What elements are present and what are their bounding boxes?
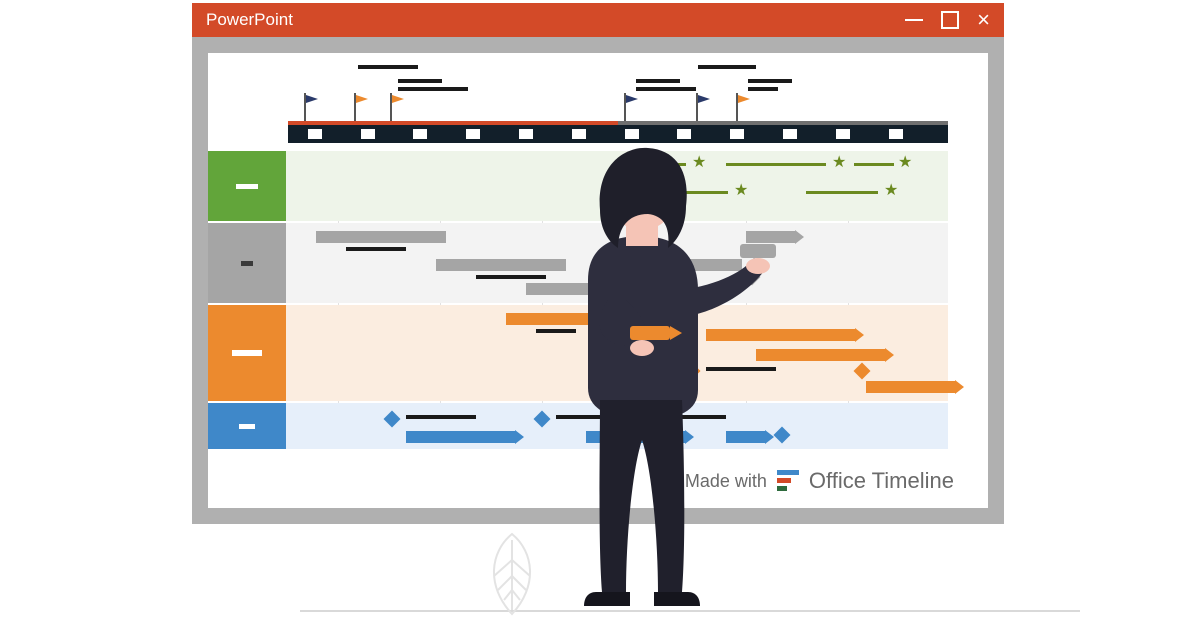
gantt-bar: [626, 163, 686, 166]
star-icon: ★: [884, 185, 898, 197]
swimlane-orange-header: [208, 305, 286, 401]
made-with-label: Made with Office Timeline: [685, 468, 954, 494]
gantt-bar: [706, 329, 856, 341]
star-icon: ★: [734, 185, 748, 197]
titlebar: PowerPoint ×: [192, 3, 1004, 37]
redacted-label: [406, 415, 476, 419]
redacted-label: [398, 79, 442, 83]
swimlane-orange-body: [286, 305, 948, 401]
gantt-bar: [746, 231, 796, 243]
redacted-label: [698, 65, 756, 69]
made-with-text: Made with: [685, 471, 767, 492]
floor-line: [300, 610, 1080, 612]
flag-icon: [624, 93, 640, 123]
redacted-label: [476, 275, 546, 279]
gantt-bar: [854, 163, 894, 166]
flag-icon: [354, 93, 370, 123]
timeline-band: [288, 125, 948, 143]
gantt-bar: [756, 349, 886, 361]
flag-icon: [696, 93, 712, 123]
swimlane-green: ★ ★ ★ ★ ★: [208, 151, 948, 221]
gantt-bar: [406, 431, 516, 443]
gantt-bar: [726, 163, 826, 166]
diamond-icon: [744, 269, 761, 286]
brand-name: Office Timeline: [809, 468, 954, 494]
gantt-bar: [436, 259, 566, 271]
gantt-bar: [526, 283, 676, 295]
redacted-label: [748, 79, 792, 83]
swimlane-gray: [208, 223, 948, 303]
gantt-bar: [506, 313, 666, 325]
stage: PowerPoint ×: [0, 0, 1200, 628]
office-timeline-icon: [777, 470, 799, 492]
swimlane-green-body: ★ ★ ★ ★ ★: [286, 151, 948, 221]
redacted-label: [398, 87, 468, 91]
star-icon: ★: [832, 157, 846, 169]
gantt-bar: [806, 191, 878, 194]
gantt-bar: [586, 431, 686, 443]
diamond-icon: [384, 411, 401, 428]
gantt-bar: [726, 431, 766, 443]
gantt-bar: [686, 191, 728, 194]
gantt-bar: [676, 259, 742, 271]
diamond-icon: [854, 363, 871, 380]
maximize-icon[interactable]: [941, 11, 959, 29]
swimlanes: ★ ★ ★ ★ ★: [208, 151, 948, 448]
powerpoint-window: PowerPoint ×: [192, 3, 1004, 524]
swimlane-orange: [208, 305, 948, 401]
redacted-label: [556, 415, 606, 419]
app-title: PowerPoint: [206, 10, 293, 30]
swimlane-gray-body: [286, 223, 948, 303]
redacted-label: [346, 247, 406, 251]
redacted-label: [358, 65, 418, 69]
leaf-icon: [480, 532, 544, 616]
diamond-icon: [684, 363, 701, 380]
diamond-icon: [534, 411, 551, 428]
swimlane-blue-body: [286, 403, 948, 449]
swimlane-blue: [208, 403, 948, 449]
milestone-flag-row: [208, 63, 988, 123]
redacted-label: [636, 79, 680, 83]
gantt-bar: [316, 231, 446, 243]
flag-icon: [736, 93, 752, 123]
swimlane-gray-header: [208, 223, 286, 303]
window-controls: ×: [905, 11, 990, 29]
redacted-label: [636, 87, 696, 91]
flag-icon: [304, 93, 320, 123]
redacted-label: [748, 87, 778, 91]
redacted-label: [706, 367, 776, 371]
swimlane-blue-header: [208, 403, 286, 449]
diamond-icon: [774, 427, 791, 444]
flag-icon: [390, 93, 406, 123]
slide-canvas[interactable]: ★ ★ ★ ★ ★: [208, 53, 988, 508]
gantt-bar: [866, 381, 956, 393]
redacted-label: [536, 329, 576, 333]
redacted-label: [676, 415, 726, 419]
diamond-icon: [654, 411, 671, 428]
swimlane-green-header: [208, 151, 286, 221]
star-icon: ★: [898, 157, 912, 169]
close-icon[interactable]: ×: [977, 13, 990, 27]
star-icon: ★: [692, 157, 706, 169]
minimize-icon[interactable]: [905, 19, 923, 21]
